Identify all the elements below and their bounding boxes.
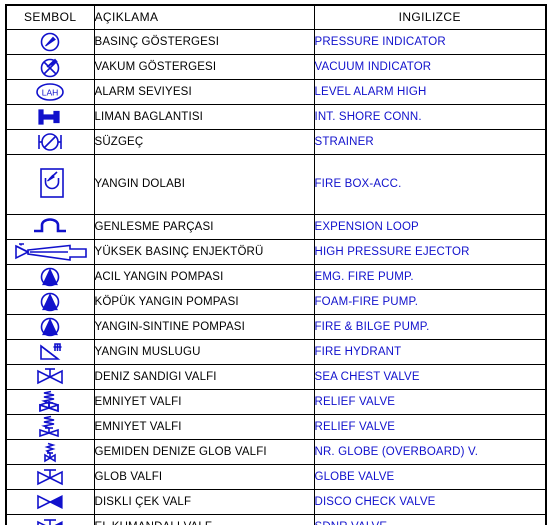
table-row: GLOB VALFI GLOBE VALVE — [5, 463, 547, 490]
table-row: DENIZ SANDIGI VALFI SEA CHEST VALVE — [5, 363, 547, 390]
row-description: KÖPÜK YANGIN POMPASI — [93, 288, 315, 315]
row-english: NR. GLOBE (OVERBOARD) V. — [313, 438, 547, 465]
column-header-english: INGILIZCE — [313, 4, 547, 30]
table-row: YANGIN MUSLUGU FIRE HYDRANT — [5, 338, 547, 365]
column-header-symbol: SEMBOL — [5, 4, 95, 30]
row-english: FOAM-FIRE PUMP. — [313, 288, 547, 315]
row-description: GEMIDEN DENIZE GLOB VALFI — [93, 438, 315, 465]
row-description: GLOB VALFI — [93, 463, 315, 490]
row-description: BASINÇ GÖSTERGESI — [93, 28, 315, 55]
table-row: EMNIYET VALFI RELIEF VALVE — [5, 388, 547, 415]
foam-fire-pump-symbol — [5, 288, 95, 315]
row-description: GENLESME PARÇASI — [93, 213, 315, 240]
row-description: EL KUMANDALI VALF — [93, 513, 315, 525]
row-english: INT. SHORE CONN. — [313, 103, 547, 130]
row-description: DENIZ SANDIGI VALFI — [93, 363, 315, 390]
table-row: LAH ALARM SEVIYESI LEVEL ALARM HIGH — [5, 78, 547, 105]
disco-check-valve-symbol — [5, 488, 95, 515]
expansion-loop-symbol — [5, 213, 95, 240]
row-english: HIGH PRESSURE EJECTOR — [313, 238, 547, 265]
relief-valve-symbol — [5, 388, 95, 415]
table-row: BASINÇ GÖSTERGESI PRESSURE INDICATOR — [5, 28, 547, 55]
pressure-indicator-symbol — [5, 28, 95, 55]
row-description: YANGIN-SINTINE POMPASI — [93, 313, 315, 340]
table-row: LIMAN BAGLANTISI INT. SHORE CONN. — [5, 103, 547, 130]
row-description: EMNIYET VALFI — [93, 413, 315, 440]
column-header-description: AÇIKLAMA — [93, 4, 315, 30]
table-row: YÜKSEK BASINÇ ENJEKTÖRÜ HIGH PRESSURE EJ… — [5, 238, 547, 265]
row-english: RELIEF VALVE — [313, 413, 547, 440]
non-return-globe-overboard-valve-symbol — [5, 438, 95, 465]
sdnr-valve-symbol — [5, 513, 95, 525]
svg-text:LAH: LAH — [42, 87, 59, 97]
vacuum-indicator-symbol — [5, 53, 95, 80]
table-row: ACIL YANGIN POMPASI EMG. FIRE PUMP. — [5, 263, 547, 290]
table-row: YANGIN DOLABI FIRE BOX-ACC. — [5, 153, 547, 215]
international-shore-connection-symbol — [5, 103, 95, 130]
table-row: GENLESME PARÇASI EXPENSION LOOP — [5, 213, 547, 240]
table-row: DISKLI ÇEK VALF DISCO CHECK VALVE — [5, 488, 547, 515]
row-english: EMG. FIRE PUMP. — [313, 263, 547, 290]
fire-bilge-pump-symbol — [5, 313, 95, 340]
symbol-legend-table: SEMBOL AÇIKLAMA INGILIZCE BASINÇ GÖSTERG… — [5, 4, 547, 525]
row-description: YANGIN DOLABI — [93, 153, 315, 215]
table-row: VAKUM GÖSTERGESI VACUUM INDICATOR — [5, 53, 547, 80]
row-english: EXPENSION LOOP — [313, 213, 547, 240]
row-description: LIMAN BAGLANTISI — [93, 103, 315, 130]
table-header: SEMBOL AÇIKLAMA INGILIZCE — [5, 4, 547, 30]
row-english: GLOBE VALVE — [313, 463, 547, 490]
row-description: YÜKSEK BASINÇ ENJEKTÖRÜ — [93, 238, 315, 265]
row-english: PRESSURE INDICATOR — [313, 28, 547, 55]
row-description: ALARM SEVIYESI — [93, 78, 315, 105]
table-row: SÜZGEÇ STRAINER — [5, 128, 547, 155]
table-row: YANGIN-SINTINE POMPASI FIRE & BILGE PUMP… — [5, 313, 547, 340]
strainer-symbol — [5, 128, 95, 155]
row-description: ACIL YANGIN POMPASI — [93, 263, 315, 290]
row-description: EMNIYET VALFI — [93, 388, 315, 415]
row-english: SDNR VALVE — [313, 513, 547, 525]
table-body: BASINÇ GÖSTERGESI PRESSURE INDICATOR VAK… — [5, 28, 547, 525]
table-row: EL KUMANDALI VALF SDNR VALVE — [5, 513, 547, 525]
level-alarm-high-symbol: LAH — [5, 78, 95, 105]
fire-box-symbol — [5, 153, 95, 215]
globe-valve-symbol — [5, 463, 95, 490]
row-description: SÜZGEÇ — [93, 128, 315, 155]
row-english: FIRE BOX-ACC. — [313, 153, 547, 215]
fire-hydrant-symbol — [5, 338, 95, 365]
emergency-fire-pump-symbol — [5, 263, 95, 290]
row-english: FIRE HYDRANT — [313, 338, 547, 365]
table-row: KÖPÜK YANGIN POMPASI FOAM-FIRE PUMP. — [5, 288, 547, 315]
row-english: VACUUM INDICATOR — [313, 53, 547, 80]
relief-valve-alt-symbol — [5, 413, 95, 440]
table-row: EMNIYET VALFI RELIEF VALVE — [5, 413, 547, 440]
row-english: DISCO CHECK VALVE — [313, 488, 547, 515]
symbol-legend-page: SEMBOL AÇIKLAMA INGILIZCE BASINÇ GÖSTERG… — [0, 0, 551, 525]
row-english: FIRE & BILGE PUMP. — [313, 313, 547, 340]
row-description: YANGIN MUSLUGU — [93, 338, 315, 365]
row-description: VAKUM GÖSTERGESI — [93, 53, 315, 80]
row-english: RELIEF VALVE — [313, 388, 547, 415]
sea-chest-valve-symbol — [5, 363, 95, 390]
row-english: LEVEL ALARM HIGH — [313, 78, 547, 105]
row-english: STRAINER — [313, 128, 547, 155]
row-description: DISKLI ÇEK VALF — [93, 488, 315, 515]
high-pressure-ejector-symbol — [5, 238, 95, 265]
row-english: SEA CHEST VALVE — [313, 363, 547, 390]
header-row: SEMBOL AÇIKLAMA INGILIZCE — [5, 4, 547, 30]
table-row: GEMIDEN DENIZE GLOB VALFI NR. GLOBE (OVE… — [5, 438, 547, 465]
